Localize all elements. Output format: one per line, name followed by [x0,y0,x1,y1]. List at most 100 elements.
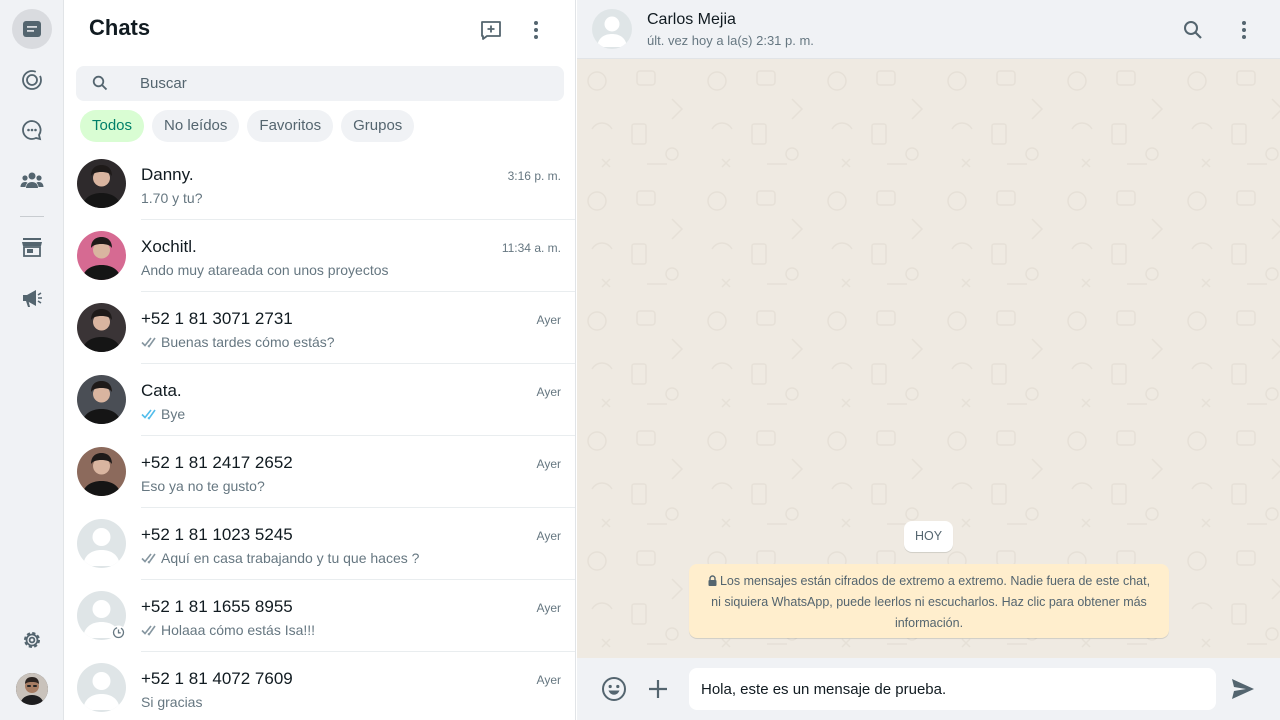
communities-icon [20,172,44,188]
chat-avatar [77,663,126,712]
chats-icon [23,21,41,37]
chat-row[interactable]: +52 1 81 1023 5245 Ayer Aquí en casa traba… [64,508,575,580]
filter-chip-grupos[interactable]: Grupos [341,110,415,142]
search-icon [1184,21,1202,39]
double-check-icon [141,625,156,636]
chat-row-body: Danny. 3:16 p. m. 1.70 y tu? [141,148,575,220]
chat-message-text: Holaaa cómo estás Isa!!! [161,622,316,638]
chat-last-message: Si gracias [141,694,202,710]
chat-time: Ayer [536,457,561,471]
chat-row[interactable]: Cata. Ayer Bye [64,364,575,436]
chat-message-text: Si gracias [141,694,203,710]
chats-nav-button[interactable] [12,9,52,49]
chat-row-body: +52 1 81 3071 2731 Ayer Buenas tardes cómo… [141,292,575,364]
chat-row-body: +52 1 81 2417 2652 Ayer Eso ya no te gusto… [141,436,575,508]
conversation-menu-button[interactable] [1228,14,1260,46]
chat-row-body: +52 1 81 1023 5245 Ayer Aquí en casa traba… [141,508,575,580]
chat-message-text: Buenas tardes cómo estás? [161,334,335,350]
chat-row-body: +52 1 81 1655 8955 Ayer Holaaa cómo estás … [141,580,575,652]
emoji-button[interactable] [598,673,630,705]
search-input[interactable] [140,66,550,101]
chat-time: Ayer [536,673,561,687]
chat-name: Xochitl. [141,237,197,256]
conversation-header[interactable]: Carlos Mejia últ. vez hoy a la(s) 2:31 p… [577,0,1280,59]
attach-button[interactable] [642,673,674,705]
chat-row[interactable]: +52 1 81 3071 2731 Ayer Buenas tardes cómo… [64,292,575,364]
search-box [76,66,564,101]
chat-last-message: Buenas tardes cómo estás? [141,334,335,350]
status-nav-button[interactable] [12,60,52,100]
emoji-icon [602,677,626,701]
chat-name: +52 1 81 2417 2652 [141,453,293,472]
ads-nav-button[interactable] [12,278,52,318]
lock-icon [708,575,717,586]
chat-row[interactable]: +52 1 81 1655 8955 Ayer Holaaa cómo estás … [64,580,575,652]
contact-name: Carlos Mejia [647,11,736,28]
status-icon [22,70,42,90]
chat-avatar [77,303,126,352]
filter-chip-no-leidos[interactable]: No leídos [152,110,240,142]
gear-icon [24,632,40,648]
settings-nav-button[interactable] [12,620,52,660]
new-chat-button[interactable] [475,14,507,46]
encryption-notice[interactable]: Los mensajes están cifrados de extremo a… [689,564,1169,638]
last-seen-status: últ. vez hoy a la(s) 2:31 p. m. [647,33,814,48]
chat-last-message: Bye [141,406,185,422]
communities-nav-button[interactable] [12,160,52,200]
chat-row[interactable]: +52 1 81 2417 2652 Ayer Eso ya no te gusto… [64,436,575,508]
chat-time: Ayer [536,385,561,399]
chat-row[interactable]: Xochitl. 11:34 a. m. Ando muy atareada con… [64,220,575,292]
chat-message-text: Ando muy atareada con unos proyectos [141,262,389,278]
menu-button[interactable] [520,14,552,46]
navigation-rail [0,0,64,720]
rail-divider [20,216,44,217]
chat-time: Ayer [536,601,561,615]
chat-last-message: Aquí en casa trabajando y tu que haces ? [141,550,419,566]
search-messages-button[interactable] [1177,14,1209,46]
chat-message-text: Aquí en casa trabajando y tu que haces ? [161,550,420,566]
chat-row[interactable]: Danny. 3:16 p. m. 1.70 y tu? [64,148,575,220]
chat-avatar [77,375,126,424]
kebab-menu-icon [1242,21,1246,39]
message-input[interactable] [689,668,1216,710]
chat-last-message: Holaaa cómo estás Isa!!! [141,622,315,638]
chat-avatar [77,231,126,280]
double-check-icon [141,553,156,564]
profile-avatar[interactable] [16,673,48,705]
chat-avatar [77,519,126,568]
contact-avatar[interactable] [592,9,632,49]
send-icon [1232,679,1254,699]
chat-name: +52 1 81 3071 2731 [141,309,293,328]
filter-chip-favoritos[interactable]: Favoritos [247,110,334,142]
chat-last-message: Ando muy atareada con unos proyectos [141,262,389,278]
chat-name: Cata. [141,381,182,400]
new-chat-icon [481,21,501,40]
business-tools-nav-button[interactable] [12,227,52,267]
channels-nav-button[interactable] [12,110,52,150]
chat-row-body: Cata. Ayer Bye [141,364,575,436]
chat-name: Danny. [141,165,194,184]
kebab-menu-icon [534,21,538,39]
chat-avatar [77,447,126,496]
chat-time: Ayer [536,313,561,327]
chat-avatar [77,591,126,640]
chat-list-header: Chats [64,0,575,59]
conversation-panel: Carlos Mejia últ. vez hoy a la(s) 2:31 p… [577,0,1280,720]
disappearing-timer-icon [111,625,126,640]
chat-name: +52 1 81 1655 8955 [141,597,293,616]
read-check-icon [141,409,156,420]
send-button[interactable] [1227,673,1259,705]
chat-message-text: 1.70 y tu? [141,190,203,206]
chat-row[interactable]: +52 1 81 4072 7609 Ayer Si gracias [64,652,575,720]
chat-row-body: +52 1 81 4072 7609 Ayer Si gracias [141,652,575,720]
chat-last-message: 1.70 y tu? [141,190,203,206]
filter-chip-todos[interactable]: Todos [80,110,145,142]
chat-name: +52 1 81 1023 5245 [141,525,293,544]
double-check-icon [141,337,156,348]
chat-name: +52 1 81 4072 7609 [141,669,293,688]
chat-list-panel: Chats Todos No leídos Favoritos Grupos D… [64,0,576,720]
chat-last-message: Eso ya no te gusto? [141,478,265,494]
page-title: Chats [89,15,151,40]
search-icon [92,75,108,91]
megaphone-icon [23,290,42,307]
